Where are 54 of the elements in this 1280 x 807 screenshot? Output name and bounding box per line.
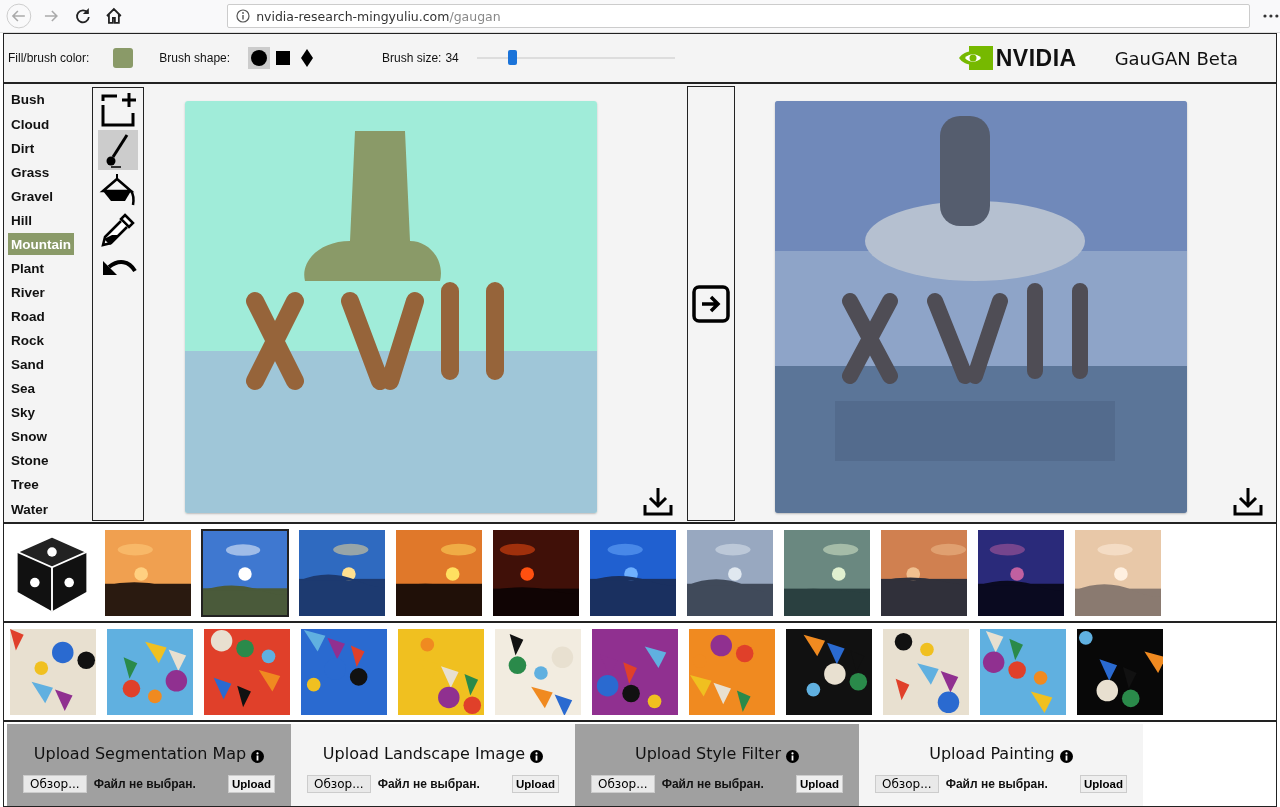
app-title: GauGAN Beta: [1114, 47, 1238, 69]
label-item[interactable]: Tree: [8, 474, 42, 496]
circle-shape-button[interactable]: [248, 47, 271, 69]
brush-icon[interactable]: [98, 130, 138, 170]
slider-thumb[interactable]: [508, 50, 518, 65]
label-item[interactable]: Hill: [8, 209, 35, 232]
upload-button[interactable]: Upload: [796, 775, 843, 793]
info-icon: [236, 9, 251, 23]
brush-size-value: 34: [445, 51, 459, 65]
upload-button[interactable]: Upload: [228, 775, 275, 793]
upload-button[interactable]: Upload: [512, 775, 559, 793]
label-item[interactable]: Stone: [8, 449, 52, 472]
upload-title: Upload Style Filter: [634, 744, 781, 763]
file-status: Файл не выбран.: [661, 777, 764, 791]
info-icon[interactable]: [530, 750, 544, 763]
eye-logo-icon: [956, 46, 993, 70]
upload-title: Upload Painting: [929, 744, 1055, 763]
fill-color-label: Fill/brush color:: [8, 51, 90, 65]
upload-button[interactable]: Upload: [1080, 775, 1127, 793]
label-item[interactable]: River: [8, 281, 48, 304]
info-icon[interactable]: [786, 750, 799, 763]
label-item[interactable]: Bush: [8, 89, 48, 111]
file-status: Файл не выбран.: [377, 777, 480, 791]
info-icon[interactable]: [251, 750, 265, 763]
menu-icon[interactable]: [1262, 13, 1280, 19]
brush-size-label: Brush size:: [382, 51, 442, 65]
brush-shape-label: Brush shape:: [159, 51, 231, 65]
label-item[interactable]: Grass: [8, 161, 53, 184]
label-item[interactable]: Cloud: [8, 113, 53, 135]
label-item[interactable]: Sky: [8, 401, 39, 424]
browse-button[interactable]: Обзор...: [307, 775, 371, 793]
upload-title: Upload Landscape Image: [322, 744, 526, 763]
label-item[interactable]: Snow: [8, 425, 50, 448]
download-icon[interactable]: [642, 485, 674, 517]
label-item[interactable]: Sea: [8, 377, 39, 400]
label-item[interactable]: Road: [8, 305, 48, 328]
browse-button[interactable]: Обзор...: [23, 775, 87, 793]
label-item[interactable]: Rock: [8, 329, 47, 352]
label-item[interactable]: Plant: [8, 257, 47, 280]
browse-button[interactable]: Обзор...: [875, 775, 939, 793]
file-status: Файл не выбран.: [93, 777, 196, 791]
arrow-right-icon[interactable]: [692, 284, 730, 323]
download-icon[interactable]: [1232, 485, 1264, 517]
brand-name: NVIDIA: [995, 44, 1077, 72]
label-item[interactable]: Water: [8, 498, 51, 520]
file-status: Файл не выбран.: [945, 777, 1048, 791]
label-item[interactable]: Dirt: [8, 137, 38, 159]
label-item[interactable]: Gravel: [8, 185, 57, 208]
upload-title: Upload Segmentation Map: [33, 744, 247, 763]
label-item[interactable]: Sand: [8, 353, 47, 376]
info-icon[interactable]: [1059, 750, 1073, 763]
browse-button[interactable]: Обзор...: [591, 775, 655, 793]
color-swatch[interactable]: [113, 48, 134, 68]
url-field[interactable]: nvidia-research-mingyuliu.com/gaugan: [227, 4, 1251, 28]
